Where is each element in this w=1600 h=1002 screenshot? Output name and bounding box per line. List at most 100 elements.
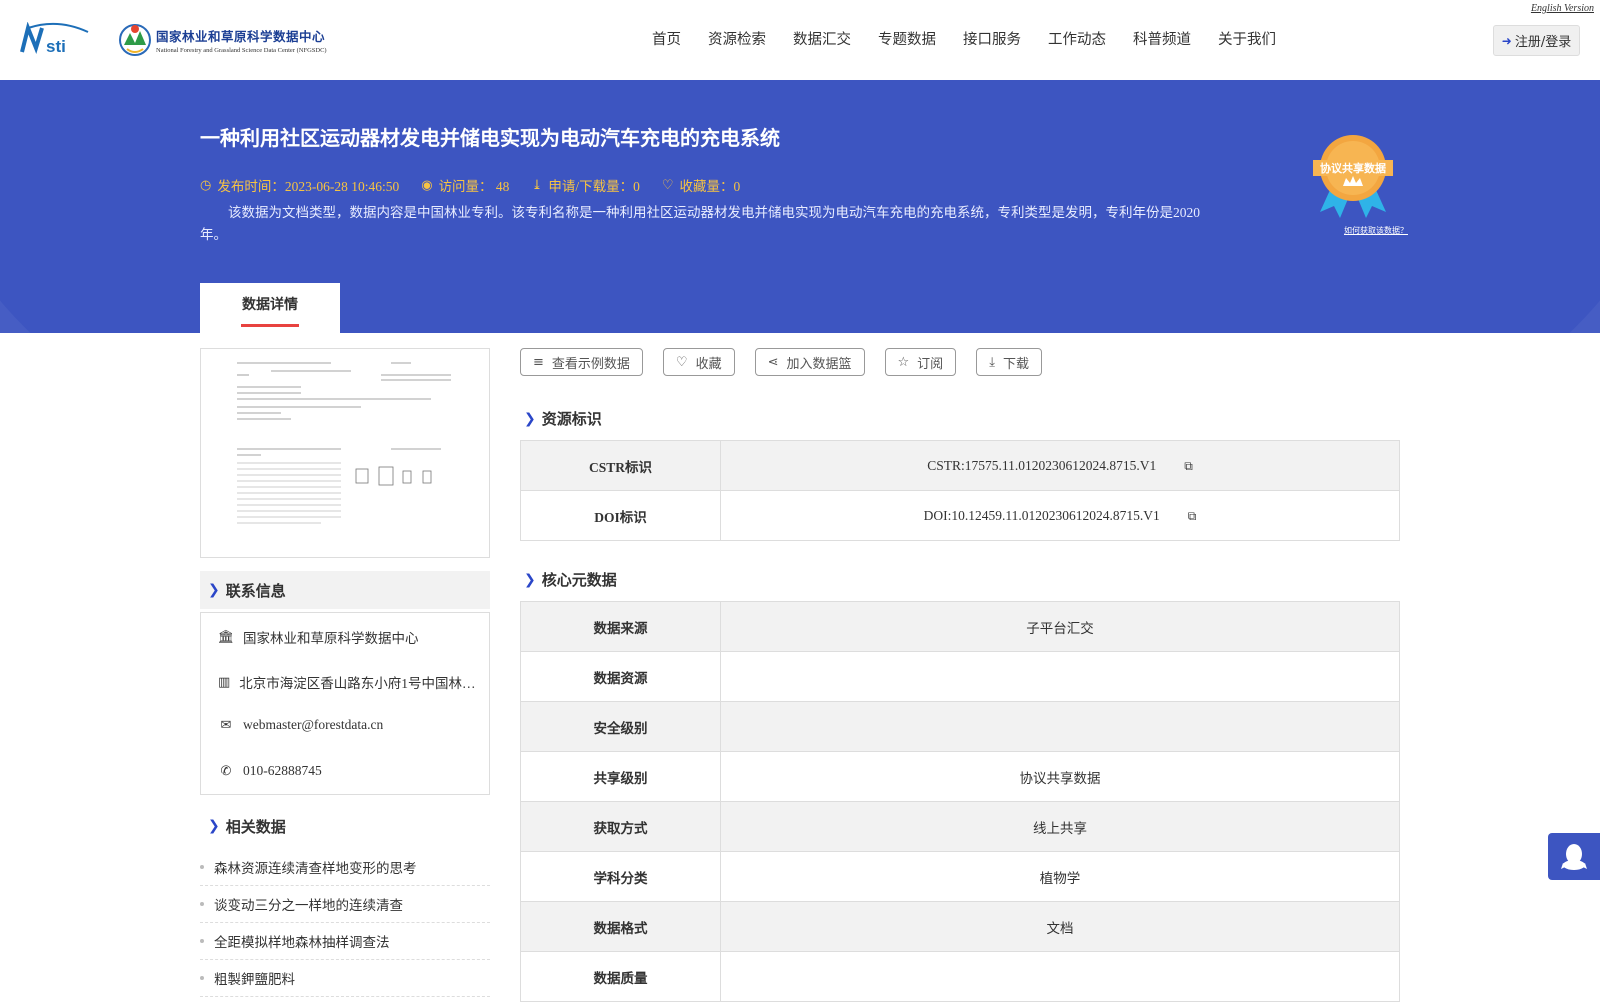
core-metadata-table: 数据来源 子平台汇交 数据资源 安全级别 共享级别 协议共享数据 获取方式 线上共享 … xyxy=(520,601,1400,1002)
publish-time: ◷ 发布时间：2023-06-28 10:46:50 xyxy=(200,175,399,195)
related-list: 森林资源连续清查样地变形的思考 谈变动三分之一样地的连续清查 全距模拟样地森林抽… xyxy=(200,849,490,997)
cstr-value: CSTR:17575.11.0120230612024.8715.V1 xyxy=(927,457,1157,473)
chevron-right-icon: ❯ xyxy=(208,818,220,834)
table-row: 学科分类 植物学 xyxy=(520,851,1400,902)
favorite-label: 收藏 xyxy=(695,356,722,372)
meta-value xyxy=(720,951,1400,1002)
share-icon: ⋖ xyxy=(767,354,779,370)
action-bar: ≡ 查看示例数据 ♡ 收藏 ⋖ 加入数据篮 ☆ 订阅 ⤓ 下载 xyxy=(520,348,1062,376)
table-row: CSTR标识 CSTR:17575.11.0120230612024.8715.… xyxy=(520,440,1400,491)
download-icon: ⤓ xyxy=(989,354,995,370)
favorite-count-text: 收藏量：0 xyxy=(679,179,741,194)
resource-id-title: 资源标识 xyxy=(541,410,602,428)
contact-phone-text: 010-62888745 xyxy=(243,763,322,778)
table-row: 共享级别 协议共享数据 xyxy=(520,751,1400,802)
logo-subtitle: National Forestry and Grassland Science … xyxy=(156,47,327,54)
copy-icon[interactable]: ⧉ xyxy=(1184,459,1193,474)
table-row: DOI标识 DOI:10.12459.11.0120230612024.8715… xyxy=(520,490,1400,541)
view-sample-label: 查看示例数据 xyxy=(551,356,630,372)
table-row: 获取方式 线上共享 xyxy=(520,801,1400,852)
heart-icon: ♡ xyxy=(661,177,674,192)
nav-submission[interactable]: 数据汇交 xyxy=(793,28,851,49)
download-button[interactable]: ⤓ 下载 xyxy=(976,348,1042,376)
meta-value: 植物学 xyxy=(720,851,1400,902)
dataset-meta: ◷ 发布时间：2023-06-28 10:46:50 ◉ 访问量： 48 ⤓ 申请/下… xyxy=(200,175,762,195)
copy-icon[interactable]: ⧉ xyxy=(1188,509,1197,524)
nfgsdc-logo[interactable]: 国家林业和草原科学数据中心 National Forestry and Gras… xyxy=(118,20,327,60)
logo-title: 国家林业和草原科学数据中心 xyxy=(156,29,326,44)
nsti-logo[interactable]: sti xyxy=(18,22,98,56)
how-to-get-data-link[interactable]: 如何获取该数据？ xyxy=(1344,225,1408,236)
nav-search[interactable]: 资源检索 xyxy=(708,28,766,49)
download-count: ⤓ 申请/下载量：0 xyxy=(531,175,639,195)
envelope-icon: ✉ xyxy=(220,717,232,732)
meta-value: 线上共享 xyxy=(720,801,1400,852)
add-to-basket-button[interactable]: ⋖ 加入数据篮 xyxy=(754,348,865,376)
view-sample-button[interactable]: ≡ 查看示例数据 xyxy=(520,348,643,376)
tab-data-details[interactable]: 数据详情 xyxy=(200,283,340,333)
related-item[interactable]: 全距模拟样地森林抽样调查法 xyxy=(200,923,490,960)
related-item-text: 森林资源连续清查样地变形的思考 xyxy=(214,861,417,876)
english-version-link[interactable]: English Version xyxy=(1531,3,1594,14)
meta-value xyxy=(720,701,1400,752)
share-level-badge: 协议共享数据 xyxy=(1313,135,1393,218)
nav-topics[interactable]: 专题数据 xyxy=(878,28,936,49)
table-row: 安全级别 xyxy=(520,701,1400,752)
core-metadata-header: ❯ 核心元数据 xyxy=(524,569,617,590)
related-item-text: 全距模拟样地森林抽样调查法 xyxy=(214,935,390,950)
phone-icon: ✆ xyxy=(220,763,232,778)
related-item-text: 谈变动三分之一样地的连续清查 xyxy=(214,898,403,913)
chevron-right-icon: ❯ xyxy=(524,410,536,427)
meta-key: 数据资源 xyxy=(520,651,721,702)
bullet-icon xyxy=(200,902,204,906)
favorite-count: ♡ 收藏量：0 xyxy=(662,175,740,195)
bullet-icon xyxy=(200,939,204,943)
document-preview[interactable] xyxy=(200,348,490,558)
contact-phone: ✆ 010-62888745 xyxy=(217,763,479,779)
star-icon: ☆ xyxy=(897,354,910,370)
nav-home[interactable]: 首页 xyxy=(652,28,681,49)
identifier-value: CSTR:17575.11.0120230612024.8715.V1 ⧉ xyxy=(720,440,1400,491)
table-row: 数据资源 xyxy=(520,651,1400,702)
meta-key: 数据来源 xyxy=(520,601,721,652)
dataset-title: 一种利用社区运动器材发电并储电实现为电动汽车充电的充电系统 xyxy=(200,126,780,150)
nav-api[interactable]: 接口服务 xyxy=(963,28,1021,49)
add-to-basket-label: 加入数据篮 xyxy=(786,356,852,372)
related-item[interactable]: 森林资源连续清查样地变形的思考 xyxy=(200,849,490,886)
meta-key: 数据格式 xyxy=(520,901,721,952)
meta-key: 数据质量 xyxy=(520,951,721,1002)
table-row: 数据质量 xyxy=(520,951,1400,1002)
subscribe-button[interactable]: ☆ 订阅 xyxy=(884,348,957,376)
related-item[interactable]: 粗製鉀鹽肥料 xyxy=(200,960,490,997)
download-label: 下载 xyxy=(1002,356,1029,372)
login-button[interactable]: ➜ 注册/登录 xyxy=(1493,25,1580,56)
bullet-icon xyxy=(200,865,204,869)
chevron-right-icon: ❯ xyxy=(524,571,536,588)
publish-time-text: 发布时间：2023-06-28 10:46:50 xyxy=(217,179,400,194)
nav-about[interactable]: 关于我们 xyxy=(1218,28,1276,49)
nav-news[interactable]: 工作动态 xyxy=(1048,28,1106,49)
contact-email: ✉ webmaster@forestdata.cn xyxy=(217,717,479,733)
site-header: English Version sti 国家林业和草原科学数据中心 Nation… xyxy=(0,0,1600,80)
bullet-icon xyxy=(200,976,204,980)
related-item-text: 粗製鉀鹽肥料 xyxy=(214,972,295,987)
download-count-text: 申请/下载量：0 xyxy=(548,179,640,194)
nav-science[interactable]: 科普频道 xyxy=(1133,28,1191,49)
core-metadata-title: 核心元数据 xyxy=(541,571,617,589)
meta-key: 获取方式 xyxy=(520,801,721,852)
contact-email-text[interactable]: webmaster@forestdata.cn xyxy=(243,717,383,733)
identifier-table: CSTR标识 CSTR:17575.11.0120230612024.8715.… xyxy=(520,440,1400,541)
qq-chat-button[interactable] xyxy=(1548,833,1600,880)
visit-count: ◉ 访问量： 48 xyxy=(421,175,509,195)
related-item[interactable]: 谈变动三分之一样地的连续清查 xyxy=(200,886,490,923)
contact-org-text: 国家林业和草原科学数据中心 xyxy=(243,631,419,646)
nfgsdc-emblem-icon xyxy=(119,24,151,56)
meta-value: 子平台汇交 xyxy=(720,601,1400,652)
dataset-banner: 一种利用社区运动器材发电并储电实现为电动汽车充电的充电系统 ◷ 发布时间：2023… xyxy=(0,80,1600,333)
meta-value xyxy=(720,651,1400,702)
badge-text: 协议共享数据 xyxy=(1320,161,1386,175)
login-label: 注册/登录 xyxy=(1514,35,1572,50)
eye-icon: ◉ xyxy=(421,177,433,192)
favorite-button[interactable]: ♡ 收藏 xyxy=(662,348,735,376)
table-row: 数据格式 文档 xyxy=(520,901,1400,952)
